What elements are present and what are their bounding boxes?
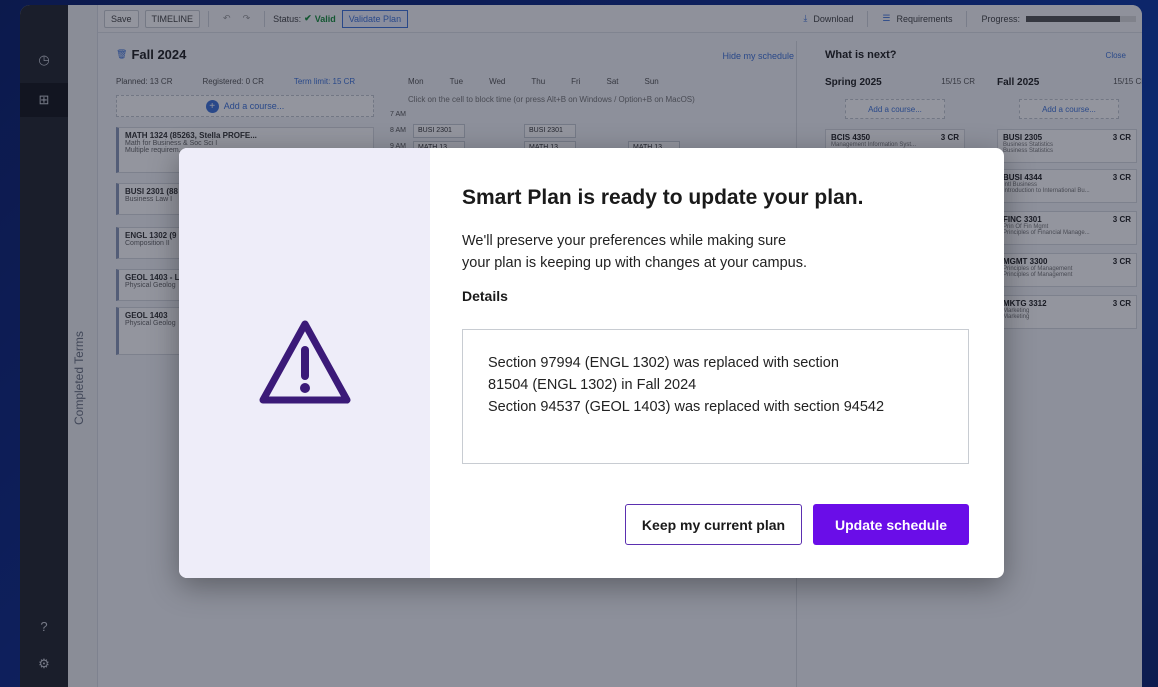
modal-desc-line: We'll preserve your preferences while ma… [462, 233, 787, 249]
detail-line: 81504 (ENGL 1302) in Fall 2024 [488, 377, 697, 393]
detail-line: Section 97994 (ENGL 1302) was replaced w… [488, 355, 839, 371]
modal-title: Smart Plan is ready to update your plan. [462, 186, 864, 209]
modal-description: We'll preserve your preferences while ma… [462, 230, 862, 274]
warning-triangle-icon [259, 320, 351, 404]
modal-desc-line: your plan is keeping up with changes at … [462, 255, 807, 271]
smart-plan-modal: Smart Plan is ready to update your plan.… [179, 148, 1004, 578]
details-box[interactable]: Section 97994 (ENGL 1302) was replaced w… [462, 329, 969, 464]
keep-current-plan-button[interactable]: Keep my current plan [625, 504, 802, 545]
modal-icon-panel [179, 148, 430, 578]
detail-line: Section 94537 (GEOL 1403) was replaced w… [488, 399, 885, 415]
update-schedule-button[interactable]: Update schedule [813, 504, 969, 545]
modal-content: Smart Plan is ready to update your plan.… [462, 186, 972, 545]
details-heading: Details [462, 288, 508, 304]
